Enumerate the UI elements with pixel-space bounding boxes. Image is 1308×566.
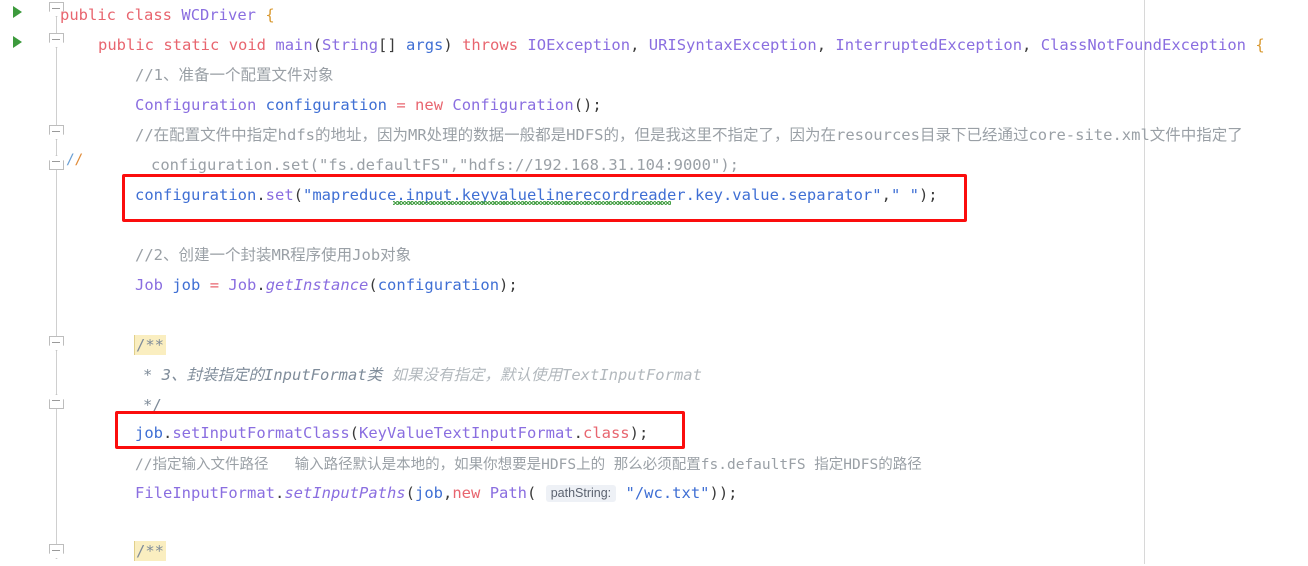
token-dot: . [272, 156, 282, 174]
javadoc-open-highlight-2: /** [135, 541, 166, 561]
token-arg-defaultfs-key: "fs.defaultFS" [319, 156, 450, 174]
line-javadoc-open[interactable]: /** [135, 330, 166, 360]
token-exception-interrupted: InterruptedException [835, 36, 1023, 54]
line-job-getinstance[interactable]: Job job = Job.getInstance(configuration)… [135, 270, 518, 300]
token-tail: ); [629, 424, 649, 442]
token-comma: , [1022, 36, 1041, 54]
line-set-inputformat-class[interactable]: job.setInputFormatClass(KeyValueTextInpu… [135, 418, 648, 448]
token-assign: = [396, 96, 406, 114]
token-method-main: main [275, 36, 313, 54]
token-obj-configuration: configuration [151, 156, 273, 174]
token-dot: . [274, 484, 285, 502]
token-paren-open: ( [349, 424, 359, 442]
token-method-getinstance: getInstance [265, 276, 369, 294]
token-assign: = [209, 276, 220, 294]
token-var-configuration: configuration [265, 96, 387, 114]
token-type-configuration: Configuration [135, 96, 257, 114]
token-param-args: args [406, 36, 444, 54]
token-comma: , [881, 186, 891, 204]
token-keyword-void: void [228, 36, 267, 54]
token-exception-classnotfound: ClassNotFoundException [1040, 36, 1247, 54]
token-var-job: job [172, 276, 201, 294]
token-type-string: String [322, 36, 379, 54]
line-folded-set-defaultfs[interactable]: configuration.set("fs.defaultFS","hdfs:/… [151, 150, 739, 180]
code-editor[interactable]: // public class WCDriver { public static… [0, 0, 1308, 564]
token-arg-wc-txt: "/wc.txt" [625, 484, 710, 502]
token-obj-job: job [135, 424, 163, 442]
token-paren-open-2: ( [527, 484, 546, 502]
token-exception-urisyntax: URISyntaxException [648, 36, 817, 54]
token-open-brace: { [1255, 36, 1265, 54]
token-type-keyvaluetextinputformat: KeyValueTextInputFormat [359, 424, 574, 442]
token-paren-open: ( [309, 156, 320, 174]
line-configuration-new[interactable]: Configuration configuration = new Config… [135, 90, 602, 120]
token-tail: (); [573, 96, 602, 114]
javadoc-text-main: 3、封装指定的InputFormat类 [161, 366, 383, 384]
javadoc-text-secondary: 如果没有指定，默认使用TextInputFormat [382, 366, 702, 384]
token-dot: . [573, 424, 583, 442]
token-dot: . [256, 186, 266, 204]
token-obj-configuration: configuration [135, 186, 257, 204]
token-method-setinputpaths: setInputPaths [284, 484, 406, 502]
token-class-name: WCDriver [181, 6, 257, 24]
line-comment-input-path[interactable]: //指定输入文件路径 输入路径默认是本地的，如果你想要是HDFS上的 那么必须配… [135, 450, 922, 480]
inline-param-hint-pathstring: pathString: [545, 485, 617, 502]
token-paren-close: ) [443, 36, 453, 54]
line-class-decl[interactable]: public class WCDriver { [60, 0, 275, 30]
token-keyword-new: new [452, 484, 481, 502]
token-tail: ); [720, 156, 739, 174]
token-arg-hdfs-uri: "hdfs://192.168.31.104:9000" [459, 156, 721, 174]
token-comma: , [630, 36, 649, 54]
token-arg-job: job [415, 484, 443, 502]
javadoc-close: */ [143, 396, 162, 414]
token-paren-open: ( [368, 276, 378, 294]
token-arg-separator-value: " " [890, 186, 919, 204]
token-method-set: set [281, 156, 310, 174]
line-javadoc-open-2[interactable]: /** [135, 536, 166, 566]
token-method-set: set [265, 186, 294, 204]
line-javadoc-body[interactable]: * 3、封装指定的InputFormat类 如果没有指定，默认使用TextInp… [143, 360, 702, 390]
line-comment-hdfs-address[interactable]: //在配置文件中指定hdfs的地址，因为MR处理的数据一般都是HDFS的，但是我… [135, 120, 1243, 150]
token-keyword-public: public [98, 36, 154, 54]
token-keyword-new: new [415, 96, 444, 114]
line-set-keyvalue-separator[interactable]: configuration.set("mapreduce.input.keyva… [135, 180, 938, 210]
line-comment-create-job[interactable]: //2、创建一个封装MR程序使用Job对象 [135, 240, 411, 270]
token-method-setinputformatclass: setInputFormatClass [172, 424, 350, 442]
line-javadoc-close[interactable]: */ [143, 390, 162, 420]
token-arg-configuration: configuration [377, 276, 500, 294]
line-main-decl[interactable]: public static void main(String[] args) t… [98, 30, 1265, 60]
token-class-fileinputformat: FileInputFormat [135, 484, 275, 502]
line-fileinputformat-setinputpaths[interactable]: FileInputFormat.setInputPaths(job,new Pa… [135, 478, 738, 508]
token-keyword-throws: throws [462, 36, 519, 54]
token-dot: . [163, 424, 173, 442]
token-ctor-configuration: Configuration [452, 96, 574, 114]
token-comma: , [816, 36, 836, 54]
token-class-job: Job [228, 276, 257, 294]
token-brackets: [] [378, 36, 397, 54]
line-comment-prepare-config[interactable]: //1、准备一个配置文件对象 [135, 60, 334, 90]
token-tail: ); [918, 186, 938, 204]
token-tail: ); [499, 276, 518, 294]
spellcheck-squiggle [393, 201, 671, 205]
token-dot: . [256, 276, 266, 294]
token-paren-open: ( [405, 484, 415, 502]
javadoc-open-highlight: /** [135, 335, 166, 355]
token-open-brace: { [265, 6, 275, 24]
code-content[interactable]: public class WCDriver { public static vo… [0, 0, 1308, 564]
token-keyword-class: class [125, 6, 173, 24]
token-comma: , [449, 156, 460, 174]
token-ctor-path: Path [489, 484, 528, 502]
token-exception-io: IOException [527, 36, 631, 54]
token-comma: , [443, 484, 453, 502]
token-keyword-class: class [582, 424, 630, 442]
token-tail: )); [709, 484, 738, 502]
token-keyword-public: public [60, 6, 116, 24]
token-paren-open: ( [293, 186, 304, 204]
javadoc-star: * [143, 366, 162, 384]
token-type-job: Job [135, 276, 163, 294]
token-keyword-static: static [163, 36, 220, 54]
token-paren-open: ( [312, 36, 323, 54]
